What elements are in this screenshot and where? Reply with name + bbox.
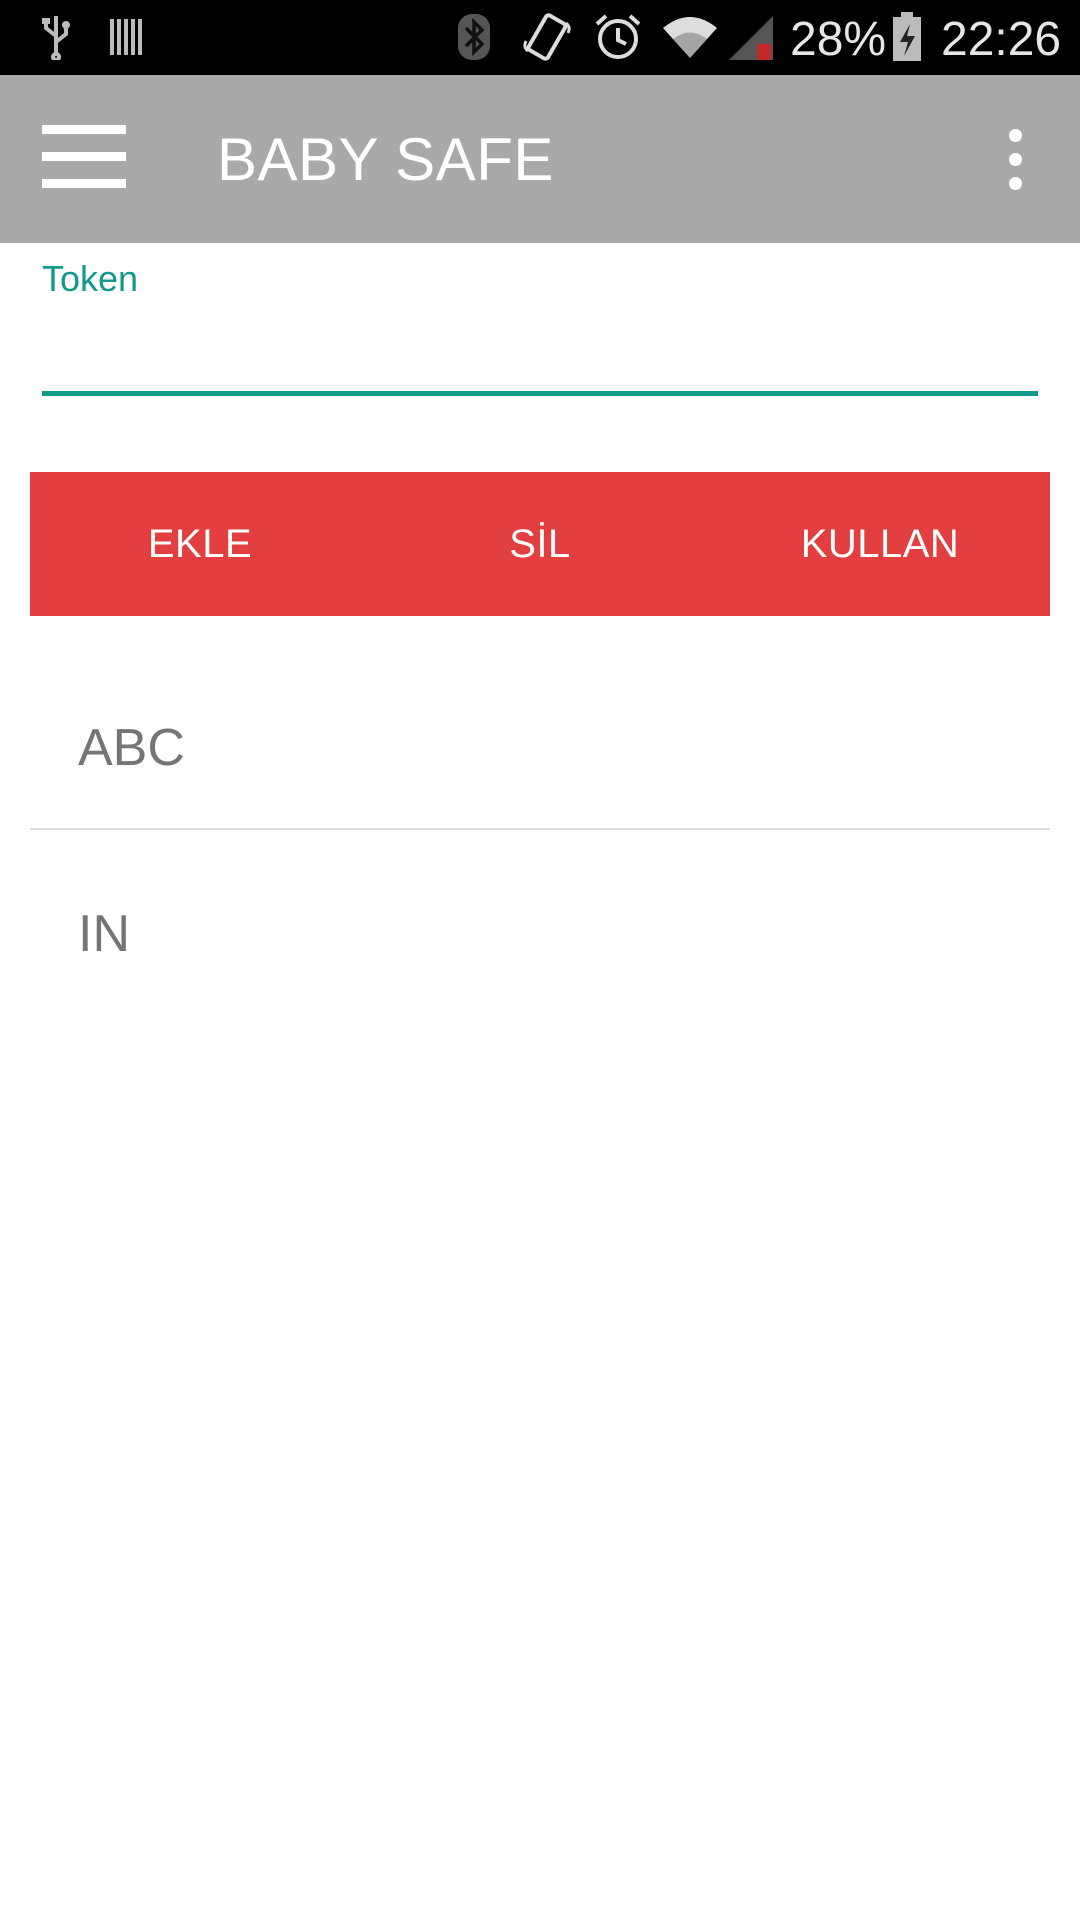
use-button[interactable]: KULLAN — [710, 472, 1050, 616]
usb-icon — [36, 12, 76, 62]
add-button[interactable]: EKLE — [30, 472, 370, 616]
status-bar: 28% 22:26 — [0, 0, 1080, 75]
token-input[interactable] — [42, 310, 1038, 396]
list-item[interactable]: ABC — [30, 644, 1050, 830]
battery-percent: 28% — [790, 13, 887, 66]
app-toolbar: BABY SAFE — [0, 75, 1080, 243]
barcode-icon — [106, 12, 146, 62]
token-list: ABC IN — [30, 644, 1050, 1016]
action-button-bar: EKLE SİL KULLAN — [30, 472, 1050, 616]
bluetooth-icon — [452, 12, 496, 62]
token-label: Token — [42, 258, 139, 299]
list-item[interactable]: IN — [30, 830, 1050, 1016]
vibrate-icon — [520, 12, 574, 62]
more-vert-icon[interactable] — [990, 123, 1040, 195]
hamburger-menu-icon[interactable] — [38, 121, 130, 197]
delete-button[interactable]: SİL — [370, 472, 710, 616]
wifi-icon — [660, 12, 720, 62]
signal-icon — [726, 12, 776, 62]
alarm-icon — [592, 12, 644, 62]
battery-icon — [890, 12, 924, 62]
app-title: BABY SAFE — [217, 126, 554, 193]
clock: 22:26 — [941, 13, 1062, 66]
